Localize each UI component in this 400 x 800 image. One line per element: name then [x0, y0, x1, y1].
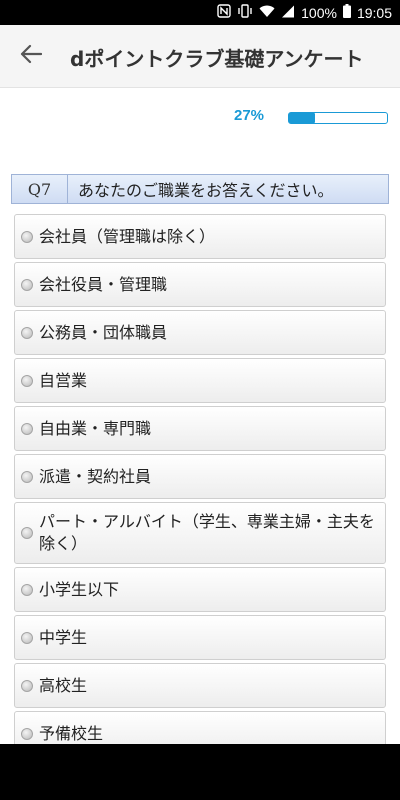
signal-icon: [281, 5, 295, 21]
arrow-left-icon: [20, 44, 43, 68]
radio-button-icon[interactable]: [21, 326, 33, 339]
option-label: 会社役員・管理職: [39, 274, 168, 294]
option-item[interactable]: 予備校生: [14, 711, 386, 744]
option-item[interactable]: パート・アルバイト（学生、専業主婦・主夫を除く）: [14, 502, 386, 564]
question-header: Q7 あなたのご職業をお答えください。: [11, 174, 389, 204]
battery-icon: [342, 4, 351, 21]
radio-button-icon[interactable]: [21, 422, 33, 435]
option-label: 予備校生: [39, 723, 104, 743]
option-label: 自営業: [39, 370, 88, 390]
option-label: 小学生以下: [39, 579, 120, 599]
option-item[interactable]: 公務員・団体職員: [14, 310, 386, 355]
radio-button-icon[interactable]: [21, 374, 33, 387]
radio-button-icon[interactable]: [21, 230, 33, 243]
radio-button-icon[interactable]: [21, 527, 33, 539]
option-item[interactable]: 中学生: [14, 615, 386, 660]
option-item[interactable]: 高校生: [14, 663, 386, 708]
app-bar: dポイントクラブ基礎アンケート: [0, 25, 400, 88]
radio-button-icon[interactable]: [21, 278, 33, 291]
option-item[interactable]: 小学生以下: [14, 567, 386, 612]
question-text: あなたのご職業をお答えください。: [78, 181, 334, 200]
question-number: Q7: [12, 175, 68, 203]
option-item[interactable]: 自営業: [14, 358, 386, 403]
radio-button-icon[interactable]: [21, 470, 33, 483]
answer-options: 会社員（管理職は除く） 会社役員・管理職 公務員・団体職員 自営業 自由業・専門…: [14, 214, 386, 744]
radio-button-icon[interactable]: [21, 727, 33, 740]
option-label: 自由業・専門職: [39, 418, 152, 438]
option-label: 会社員（管理職は除く）: [39, 226, 216, 246]
option-item[interactable]: 派遣・契約社員: [14, 454, 386, 499]
radio-button-icon[interactable]: [21, 583, 33, 596]
radio-button-icon[interactable]: [21, 631, 33, 644]
clock: 19:05: [356, 4, 392, 21]
wifi-icon: [259, 5, 275, 21]
option-item[interactable]: 会社役員・管理職: [14, 262, 386, 307]
status-bar: 100% 19:05: [0, 0, 400, 25]
navigation-bar: [0, 744, 400, 800]
option-label: 中学生: [39, 627, 88, 647]
battery-level: 100%: [301, 4, 337, 21]
vibrate-icon: [237, 4, 253, 21]
radio-button-icon[interactable]: [21, 679, 33, 692]
page-title: dポイントクラブ基礎アンケート: [70, 47, 364, 71]
nfc-icon: [217, 4, 231, 21]
progress-row: 27%: [0, 105, 400, 129]
option-label: 高校生: [39, 675, 88, 695]
option-label: 公務員・団体職員: [39, 322, 168, 342]
progress-fill: [289, 113, 316, 123]
back-button[interactable]: [14, 39, 48, 73]
progress-percent: 27%: [234, 107, 265, 124]
status-icons: 100% 19:05: [217, 4, 392, 21]
option-item[interactable]: 自由業・専門職: [14, 406, 386, 451]
option-item[interactable]: 会社員（管理職は除く）: [14, 214, 386, 259]
option-label: 派遣・契約社員: [39, 466, 152, 486]
progress-bar: [288, 112, 388, 124]
option-label: パート・アルバイト（学生、専業主婦・主夫を除く）: [39, 512, 375, 553]
